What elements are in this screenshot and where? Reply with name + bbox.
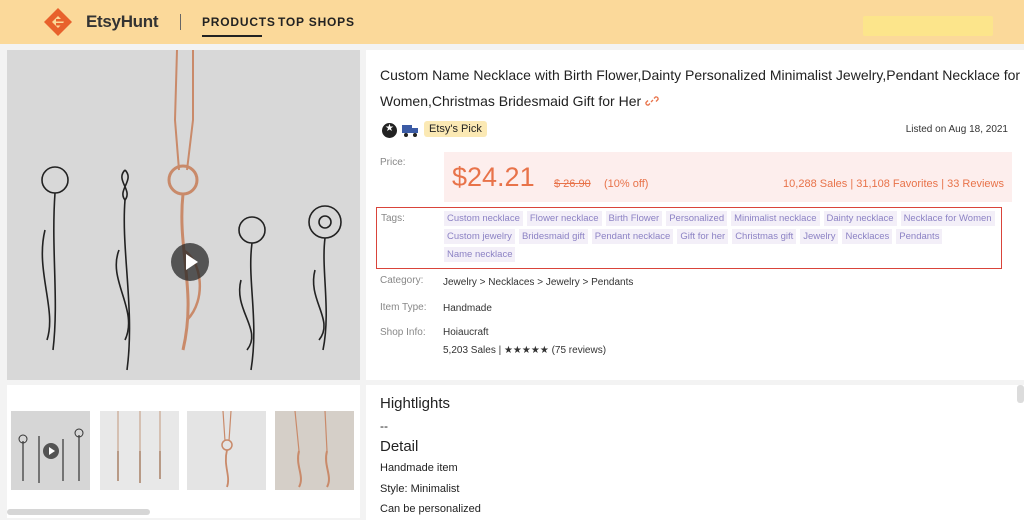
top-bar: EtsyHunt PRODUCTS TOP SHOPS (0, 0, 1024, 44)
truck-icon (402, 125, 418, 137)
tag[interactable]: Minimalist necklace (731, 211, 820, 226)
highlights-value: -- (380, 419, 388, 433)
details-panel: Hightlights -- Detail Handmade item Styl… (366, 385, 1024, 520)
thumbnail-scrollbar[interactable] (7, 509, 150, 515)
item-type-label: Item Type: (380, 302, 427, 313)
sales-stats: 10,288 Sales | 31,108 Favorites | 33 Rev… (783, 178, 1004, 190)
necklace-illustration (7, 50, 360, 380)
tags-label: Tags: (381, 213, 405, 224)
product-info-panel: Custom Name Necklace with Birth Flower,D… (366, 50, 1024, 380)
shop-info-label: Shop Info: (380, 327, 426, 338)
detail-line: Can be personalized (380, 503, 481, 515)
tag[interactable]: Christmas gift (732, 229, 797, 244)
highlights-title: Hightlights (380, 395, 451, 412)
original-price: $ 26.90 (554, 178, 591, 190)
link-icon[interactable] (645, 94, 659, 108)
tag[interactable]: Necklaces (842, 229, 893, 244)
current-price: $24.21 (452, 162, 535, 192)
thumbnail-play-icon (43, 443, 59, 459)
item-type-value: Handmade (443, 303, 492, 314)
discount-percent: (10% off) (604, 178, 649, 190)
main-product-image[interactable] (7, 50, 360, 380)
detail-title: Detail (380, 438, 419, 455)
tag[interactable]: Birth Flower (605, 211, 663, 226)
shop-stats: 5,203 Sales | ★★★★★ (75 reviews) (443, 345, 607, 356)
thumbnail-4[interactable] (275, 411, 354, 490)
tags-section: Tags: Custom necklace Flower necklace Bi… (376, 207, 1002, 269)
header-divider (180, 14, 181, 30)
listed-date: Listed on Aug 18, 2021 (905, 124, 1008, 135)
tag[interactable]: Jewelry (800, 229, 839, 244)
tag[interactable]: Personalized (666, 211, 728, 226)
tag[interactable]: Bridesmaid gift (518, 229, 588, 244)
detail-line: Style: Minimalist (380, 483, 460, 495)
tag[interactable]: Dainty necklace (823, 211, 897, 226)
tag[interactable]: Flower necklace (526, 211, 602, 226)
tag[interactable]: Pendants (896, 229, 943, 244)
details-scrollbar[interactable] (1017, 385, 1024, 403)
shop-name[interactable]: Hoiaucraft (443, 327, 489, 338)
category-path[interactable]: Jewelry > Necklaces > Jewelry > Pendants (443, 277, 633, 288)
thumbnail-3[interactable] (187, 411, 266, 490)
tag[interactable]: Name necklace (444, 247, 516, 262)
price-box: $24.21 $ 26.90 (10% off) 10,288 Sales | … (444, 152, 1012, 202)
nav-active-underline (202, 35, 262, 37)
thumbnail-2[interactable] (100, 411, 179, 490)
nav-products[interactable]: PRODUCTS (202, 15, 276, 29)
tag[interactable]: Gift for her (677, 229, 729, 244)
header-search-box[interactable] (863, 16, 993, 36)
thumbnail-strip (7, 385, 360, 518)
thumbnail-1[interactable] (11, 411, 90, 490)
etsy-star-seller-icon (382, 123, 397, 138)
play-video-button[interactable] (171, 243, 209, 281)
tag[interactable]: Custom jewelry (444, 229, 515, 244)
product-title-text[interactable]: Custom Name Necklace with Birth Flower,D… (380, 67, 1020, 109)
product-title: Custom Name Necklace with Birth Flower,D… (380, 62, 1024, 114)
price-label: Price: (380, 157, 406, 168)
tag-list: Custom necklace Flower necklace Birth Fl… (444, 211, 999, 262)
brand-name[interactable]: EtsyHunt (86, 12, 159, 32)
tag[interactable]: Custom necklace (444, 211, 523, 226)
etsyhunt-logo-icon[interactable] (42, 6, 78, 38)
etsys-pick-badge: Etsy's Pick (424, 121, 487, 137)
tag[interactable]: Necklace for Women (900, 211, 995, 226)
detail-line: Handmade item (380, 462, 458, 474)
tag[interactable]: Pendant necklace (591, 229, 674, 244)
category-label: Category: (380, 275, 424, 286)
nav-top-shops[interactable]: TOP SHOPS (278, 15, 355, 29)
